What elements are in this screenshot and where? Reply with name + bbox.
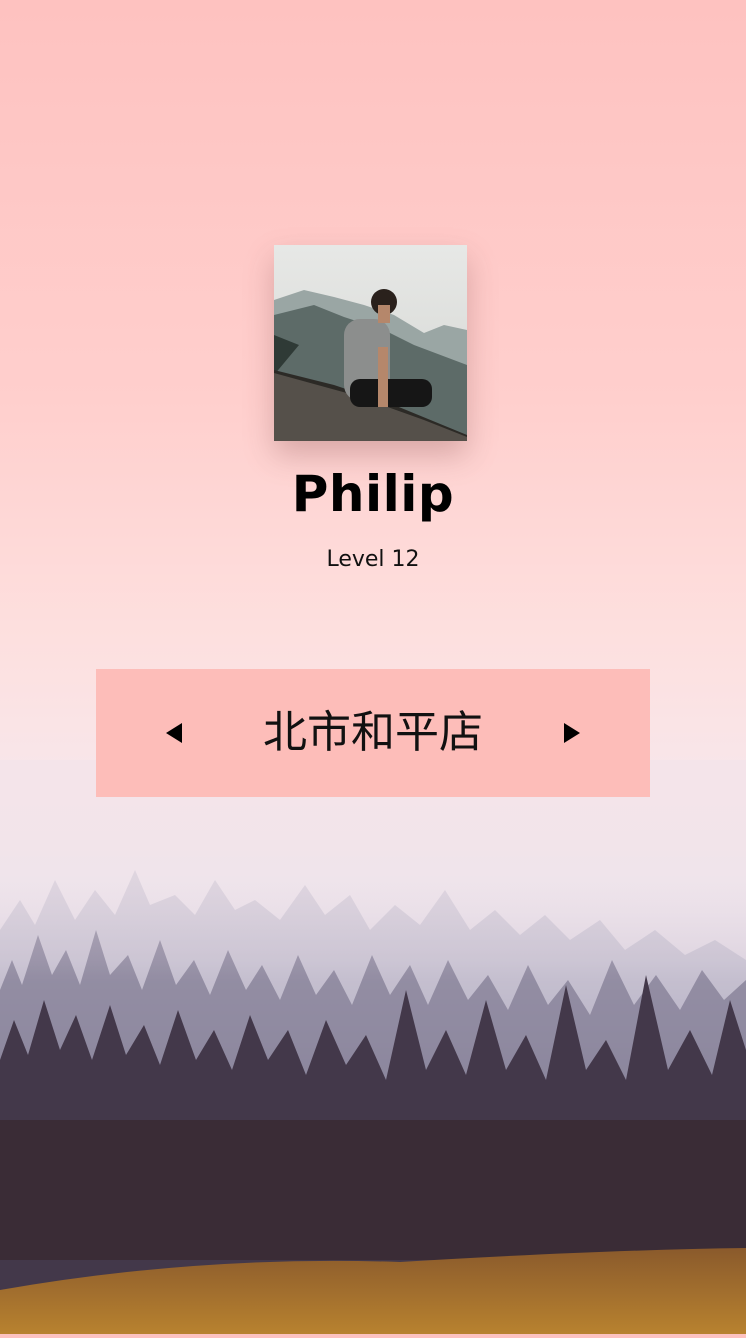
- current-store-name: 北市和平店: [263, 707, 483, 758]
- previous-store-button[interactable]: [150, 709, 198, 757]
- profile-level: Level 12: [326, 547, 420, 572]
- background-scene: [0, 0, 746, 1334]
- caret-left-icon: [166, 723, 182, 743]
- profile-avatar[interactable]: [274, 245, 467, 441]
- caret-right-icon: [564, 723, 580, 743]
- next-store-button[interactable]: [548, 709, 596, 757]
- store-selector: 北市和平店: [96, 669, 650, 797]
- profile-photo: [274, 245, 467, 441]
- foggy-forest-background: [0, 760, 746, 1334]
- profile-name: Philip: [291, 465, 455, 523]
